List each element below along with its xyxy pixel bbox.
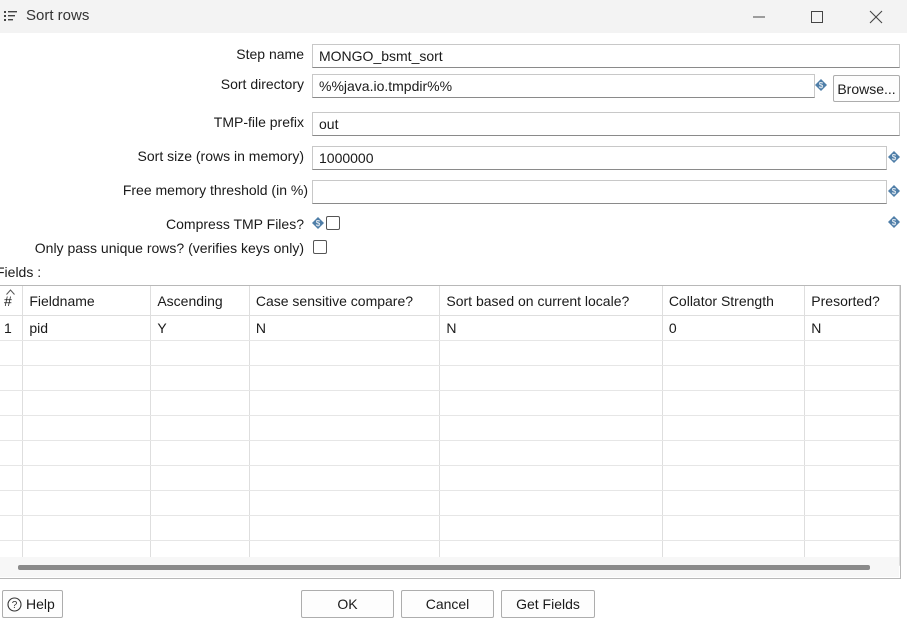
- variable-diamond-icon[interactable]: $: [312, 217, 324, 229]
- empty-table-row[interactable]: [0, 440, 900, 466]
- scrollbar-thumb[interactable]: [18, 565, 870, 570]
- ascending-cell[interactable]: Y: [150, 315, 250, 341]
- column-header-presorted[interactable]: Presorted?: [804, 286, 900, 316]
- locale-cell[interactable]: N: [439, 315, 663, 341]
- cancel-button[interactable]: Cancel: [401, 590, 494, 618]
- svg-text:?: ?: [12, 600, 18, 611]
- sort-directory-input[interactable]: %%java.io.tmpdir%%: [312, 74, 815, 98]
- maximize-icon: [811, 10, 823, 23]
- column-header-collator-strength[interactable]: Collator Strength: [662, 286, 806, 316]
- compress-tmp-checkbox[interactable]: [326, 216, 340, 230]
- row-number-cell: 1: [0, 315, 24, 341]
- close-icon: [869, 10, 883, 23]
- unique-rows-label: Only pass unique rows? (verifies keys on…: [34, 240, 304, 256]
- step-name-label: Step name: [236, 46, 304, 62]
- empty-table-row[interactable]: [0, 415, 900, 441]
- variable-diamond-icon[interactable]: $: [815, 79, 827, 91]
- variable-diamond-icon[interactable]: $: [888, 216, 900, 228]
- minimize-button[interactable]: [736, 0, 782, 33]
- horizontal-scrollbar[interactable]: [0, 557, 899, 577]
- sort-arrow-icon: [6, 289, 15, 295]
- collator-strength-cell[interactable]: 0: [662, 315, 806, 341]
- variable-diamond-icon[interactable]: $: [888, 185, 900, 197]
- close-button[interactable]: [853, 0, 899, 33]
- free-memory-input[interactable]: [312, 180, 887, 204]
- presorted-cell[interactable]: N: [804, 315, 900, 341]
- svg-text:$: $: [316, 219, 321, 228]
- sort-size-input[interactable]: 1000000: [312, 146, 887, 170]
- window-title: Sort rows: [26, 7, 90, 24]
- free-memory-label: Free memory threshold (in %): [122, 182, 308, 198]
- maximize-button[interactable]: [794, 0, 840, 33]
- empty-table-row[interactable]: [0, 340, 900, 366]
- variable-diamond-icon[interactable]: $: [888, 151, 900, 163]
- empty-table-row[interactable]: [0, 365, 900, 391]
- ok-button[interactable]: OK: [301, 590, 394, 618]
- case-sensitive-cell[interactable]: N: [249, 315, 441, 341]
- unique-rows-checkbox[interactable]: [313, 240, 327, 254]
- column-header-fieldname[interactable]: Fieldname: [22, 286, 152, 316]
- svg-text:$: $: [819, 81, 824, 90]
- title-bar: Sort rows: [0, 0, 907, 33]
- tmp-prefix-label: TMP-file prefix: [213, 114, 304, 130]
- empty-table-row[interactable]: [0, 490, 900, 516]
- minimize-icon: [753, 16, 765, 17]
- sort-size-label: Sort size (rows in memory): [137, 148, 304, 164]
- fields-table: # Fieldname Ascending Case sensitive com…: [0, 285, 901, 579]
- help-label: Help: [26, 596, 55, 612]
- empty-table-row[interactable]: [0, 515, 900, 541]
- svg-text:$: $: [892, 187, 897, 196]
- empty-table-row[interactable]: [0, 390, 900, 416]
- sort-directory-label: Sort directory: [220, 76, 304, 92]
- compress-tmp-label: Compress TMP Files?: [166, 216, 304, 232]
- fields-grid: # Fieldname Ascending Case sensitive com…: [0, 286, 900, 566]
- column-header-locale[interactable]: Sort based on current locale?: [439, 286, 663, 316]
- help-icon: ?: [7, 596, 22, 612]
- help-button[interactable]: ? Help: [2, 590, 63, 618]
- browse-button[interactable]: Browse...: [833, 75, 900, 102]
- empty-table-row[interactable]: [0, 465, 900, 491]
- svg-text:$: $: [892, 218, 897, 227]
- svg-text:$: $: [892, 153, 897, 162]
- table-header-row: # Fieldname Ascending Case sensitive com…: [0, 286, 900, 316]
- column-header-ascending[interactable]: Ascending: [150, 286, 250, 316]
- tmp-prefix-input[interactable]: out: [312, 112, 900, 136]
- sort-list-icon: [4, 11, 17, 21]
- fieldname-cell[interactable]: pid: [22, 315, 152, 341]
- step-name-input[interactable]: MONGO_bsmt_sort: [312, 44, 900, 68]
- get-fields-button[interactable]: Get Fields: [501, 590, 595, 618]
- column-header-case-sensitive[interactable]: Case sensitive compare?: [249, 286, 441, 316]
- fields-label: Fields :: [0, 264, 42, 280]
- table-row[interactable]: 1 pid Y N N 0 N: [0, 315, 900, 341]
